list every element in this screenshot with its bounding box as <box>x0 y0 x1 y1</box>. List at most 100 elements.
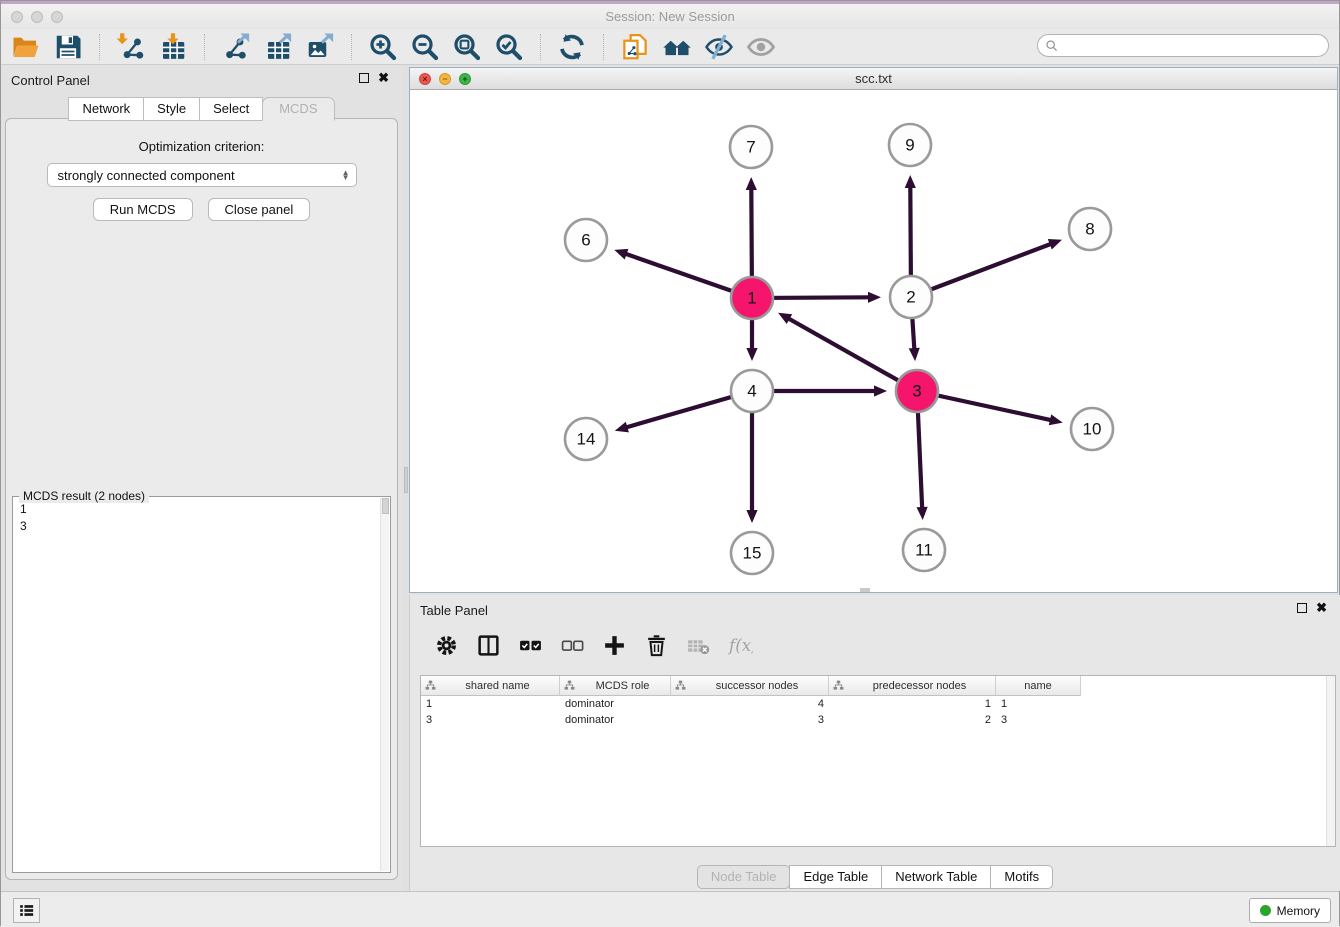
control-panel-tabs: NetworkStyleSelectMCDS <box>1 97 403 121</box>
table-cell[interactable]: dominator <box>560 696 671 712</box>
graph-node-3[interactable]: 3 <box>896 370 938 412</box>
zoom-selected-icon[interactable] <box>494 32 524 62</box>
column-header-shared-name[interactable]: shared name <box>421 676 560 696</box>
table-panel-title: Table Panel <box>420 603 488 618</box>
graph-node-6[interactable]: 6 <box>565 219 607 261</box>
save-session-icon[interactable] <box>53 32 83 62</box>
graph-edge-3-1[interactable] <box>778 313 917 391</box>
graph-node-4[interactable]: 4 <box>731 370 773 412</box>
zoom-in-icon[interactable] <box>368 32 398 62</box>
table-row[interactable]: 1dominator411 <box>421 696 1335 712</box>
table-cell[interactable]: 3 <box>671 712 829 728</box>
export-table-icon[interactable] <box>263 32 293 62</box>
add-column-icon[interactable] <box>602 633 627 658</box>
graph-node-7[interactable]: 7 <box>730 126 772 168</box>
split-columns-icon[interactable] <box>476 633 501 658</box>
result-scrollbar[interactable] <box>380 498 389 871</box>
table-cell[interactable]: 3 <box>996 712 1081 728</box>
settings-gear-icon[interactable] <box>434 633 459 658</box>
mcds-result-box: MCDS result (2 nodes) 1 3 <box>12 496 391 873</box>
deselect-all-checkboxes-icon[interactable] <box>560 633 585 658</box>
table-scrollbar[interactable] <box>1326 676 1335 846</box>
node-table: shared nameMCDS rolesuccessor nodesprede… <box>420 675 1336 847</box>
table-cell[interactable]: dominator <box>560 712 671 728</box>
hide-selected-icon[interactable] <box>704 32 734 62</box>
graph-edge-3-10[interactable] <box>917 391 1063 425</box>
column-header-successor-nodes[interactable]: successor nodes <box>671 676 829 696</box>
svg-text:f(x): f(x) <box>728 636 753 655</box>
import-table-icon[interactable] <box>158 32 188 62</box>
table-cell[interactable]: 2 <box>829 712 996 728</box>
table-cell[interactable]: 1 <box>996 696 1081 712</box>
table-cell[interactable]: 4 <box>671 696 829 712</box>
mcds-tab-content: Optimization criterion: strongly connect… <box>5 118 398 880</box>
graph-node-11[interactable]: 11 <box>903 529 945 571</box>
memory-button[interactable]: Memory <box>1249 898 1331 923</box>
select-all-checkboxes-icon[interactable] <box>518 633 543 658</box>
control-panel-float-icon[interactable] <box>359 73 369 83</box>
run-mcds-button[interactable]: Run MCDS <box>93 198 193 221</box>
search-input[interactable] <box>1060 37 1328 55</box>
table-cell[interactable]: 3 <box>421 712 560 728</box>
import-network-icon[interactable] <box>116 32 146 62</box>
network-window-title: scc.txt <box>410 71 1337 86</box>
copy-network-icon[interactable] <box>620 32 650 62</box>
splitter-handle[interactable] <box>404 467 408 493</box>
graph-node-15[interactable]: 15 <box>731 532 773 574</box>
network-canvas[interactable]: 7 9 6 8 1 2 4 3 14 10 15 11 <box>410 90 1337 592</box>
column-header-MCDS-role[interactable]: MCDS role <box>560 676 671 696</box>
graph-node-9[interactable]: 9 <box>889 124 931 166</box>
table-cell[interactable]: 1 <box>829 696 996 712</box>
first-neighbors-icon[interactable] <box>662 32 692 62</box>
table-panel-close-icon[interactable]: ✖ <box>1316 602 1327 614</box>
zoom-out-icon[interactable] <box>410 32 440 62</box>
tab-motifs[interactable]: Motifs <box>990 865 1053 889</box>
column-header-predecessor-nodes[interactable]: predecessor nodes <box>829 676 996 696</box>
tab-node-table[interactable]: Node Table <box>697 865 791 889</box>
tab-network[interactable]: Network <box>68 97 144 121</box>
optimization-criterion-label: Optimization criterion: <box>6 139 397 154</box>
column-header-name[interactable]: name <box>996 676 1081 696</box>
graph-node-14[interactable]: 14 <box>565 418 607 460</box>
table-panel-float-icon[interactable] <box>1297 603 1307 613</box>
canvas-resize-handle[interactable] <box>860 588 870 592</box>
tab-mcds[interactable]: MCDS <box>262 97 334 121</box>
refresh-layout-icon[interactable] <box>557 32 587 62</box>
search-field[interactable] <box>1037 34 1329 57</box>
tab-style[interactable]: Style <box>143 97 200 121</box>
tab-network-table[interactable]: Network Table <box>881 865 991 889</box>
mcds-result-text[interactable]: 1 3 <box>20 501 378 870</box>
graph-edge-2-8[interactable] <box>911 239 1062 297</box>
graph-node-1[interactable]: 1 <box>731 277 773 319</box>
table-row[interactable]: 3dominator323 <box>421 712 1335 728</box>
zoom-fit-icon[interactable] <box>452 32 482 62</box>
table-cell[interactable]: 1 <box>421 696 560 712</box>
control-panel-close-icon[interactable]: ✖ <box>378 72 389 84</box>
list-icon <box>16 901 37 920</box>
show-all-icon[interactable] <box>746 32 776 62</box>
svg-text:1: 1 <box>747 289 756 308</box>
open-file-icon[interactable] <box>11 32 41 62</box>
function-builder-icon: f(x) <box>728 633 753 658</box>
chevron-updown-icon: ▲▼ <box>342 170 350 180</box>
main-toolbar <box>1 29 1339 65</box>
graph-node-8[interactable]: 8 <box>1069 208 1111 250</box>
table-toolbar: f(x) <box>420 625 1331 665</box>
optimization-criterion-dropdown[interactable]: strongly connected component ▲▼ <box>47 163 357 187</box>
export-network-icon[interactable] <box>221 32 251 62</box>
table-header-row: shared nameMCDS rolesuccessor nodesprede… <box>421 676 1335 696</box>
tab-edge-table[interactable]: Edge Table <box>789 865 882 889</box>
status-bar: Memory <box>1 891 1339 927</box>
toolbar-separator <box>99 34 100 60</box>
export-image-icon[interactable] <box>305 32 335 62</box>
delete-table-icon <box>686 633 711 658</box>
close-panel-button[interactable]: Close panel <box>208 198 311 221</box>
memory-button-label: Memory <box>1277 904 1320 918</box>
graph-node-2[interactable]: 2 <box>890 276 932 318</box>
network-window-titlebar[interactable]: × − + scc.txt <box>410 68 1337 90</box>
delete-column-icon[interactable] <box>644 633 669 658</box>
tab-select[interactable]: Select <box>199 97 263 121</box>
graph-node-10[interactable]: 10 <box>1071 408 1113 450</box>
task-history-button[interactable] <box>13 898 40 923</box>
table-panel: Table Panel ✖ f(x) shared nameMCDS roles… <box>409 595 1340 891</box>
